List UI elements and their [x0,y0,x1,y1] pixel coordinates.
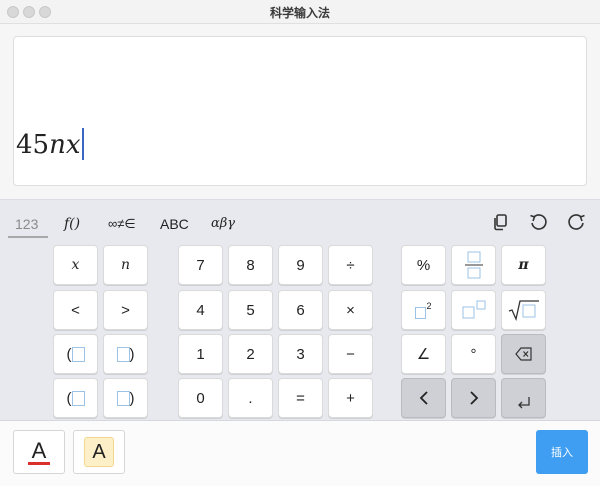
bottom-bar: A A 插入 [0,421,600,486]
enter-icon [517,397,530,409]
key-fraction[interactable] [451,245,496,285]
math-variables: nx [49,130,81,160]
key-enter[interactable] [501,378,546,418]
text-caret [81,128,84,160]
key-8[interactable]: 8 [228,245,273,285]
backspace-icon [514,347,532,361]
key-5[interactable]: 5 [228,290,273,330]
tab-greek[interactable]: αβγ [211,216,235,231]
tab-functions[interactable]: f() [64,216,80,232]
key-multiply[interactable]: × [328,290,373,330]
math-expression: 45nx [16,127,84,163]
right-paren-label: ) [129,389,135,407]
copy-icon[interactable] [490,212,510,232]
square-root-icon [508,300,539,321]
chevron-left-icon [419,391,428,405]
title-bar: 科学输入法 [0,0,600,24]
key-square[interactable]: 2 [401,290,446,330]
key-left-bracket[interactable]: ( [53,378,98,418]
key-9[interactable]: 9 [278,245,323,285]
font-color-button[interactable]: A [13,430,65,474]
key-x[interactable]: x [53,245,98,285]
key-divide[interactable]: ÷ [328,245,373,285]
placeholder-box-icon [116,390,130,406]
key-less-than[interactable]: < [53,290,98,330]
key-decimal[interactable]: . [228,378,273,418]
active-tab-indicator [8,236,48,238]
key-0[interactable]: 0 [178,378,223,418]
key-greater-than[interactable]: > [103,290,148,330]
key-percent[interactable]: % [401,245,446,285]
key-2[interactable]: 2 [228,334,273,374]
key-4[interactable]: 4 [178,290,223,330]
placeholder-box-icon [415,307,427,319]
key-right-paren[interactable]: ) [103,334,148,374]
placeholder-box-icon [116,346,130,362]
key-1[interactable]: 1 [178,334,223,374]
key-3[interactable]: 3 [278,334,323,374]
key-n[interactable]: n [103,245,148,285]
undo-icon[interactable] [528,212,548,232]
key-cursor-left[interactable] [401,378,446,418]
insert-button[interactable]: 插入 [536,430,588,474]
key-backspace[interactable] [501,334,546,374]
power-icon [462,300,485,319]
key-7[interactable]: 7 [178,245,223,285]
tab-letters[interactable]: ABC [160,216,189,232]
key-6[interactable]: 6 [278,290,323,330]
exponent-label: 2 [426,301,432,311]
placeholder-box-icon [71,346,85,362]
placeholder-box-icon [71,390,85,406]
key-power[interactable] [451,290,496,330]
window-title: 科学输入法 [269,6,330,20]
key-cursor-right[interactable] [451,378,496,418]
tab-relations[interactable]: ∞≠∈ [108,216,136,232]
right-paren-label: ) [129,345,135,363]
math-keyboard: 123 f() ∞≠∈ ABC αβγ x n < > ( ) ( ) 7 8 … [0,199,600,421]
tab-numbers[interactable]: 123 [15,216,38,232]
chevron-right-icon [469,391,478,405]
key-right-bracket[interactable]: ) [103,378,148,418]
key-minus[interactable]: − [328,334,373,374]
font-color-icon: A [27,439,51,465]
key-degree[interactable]: ° [451,334,496,374]
highlight-icon: A [84,437,114,467]
redo-icon[interactable] [567,212,587,232]
key-pi[interactable]: π [501,245,546,285]
key-plus[interactable]: + [328,378,373,418]
key-left-paren[interactable]: ( [53,334,98,374]
math-editor[interactable]: 45nx [13,36,587,186]
key-angle[interactable]: ∠ [401,334,446,374]
key-equals[interactable]: = [278,378,323,418]
key-square-root[interactable] [501,290,546,330]
math-number: 45 [16,130,50,160]
highlight-button[interactable]: A [73,430,125,474]
fraction-icon [464,251,483,279]
